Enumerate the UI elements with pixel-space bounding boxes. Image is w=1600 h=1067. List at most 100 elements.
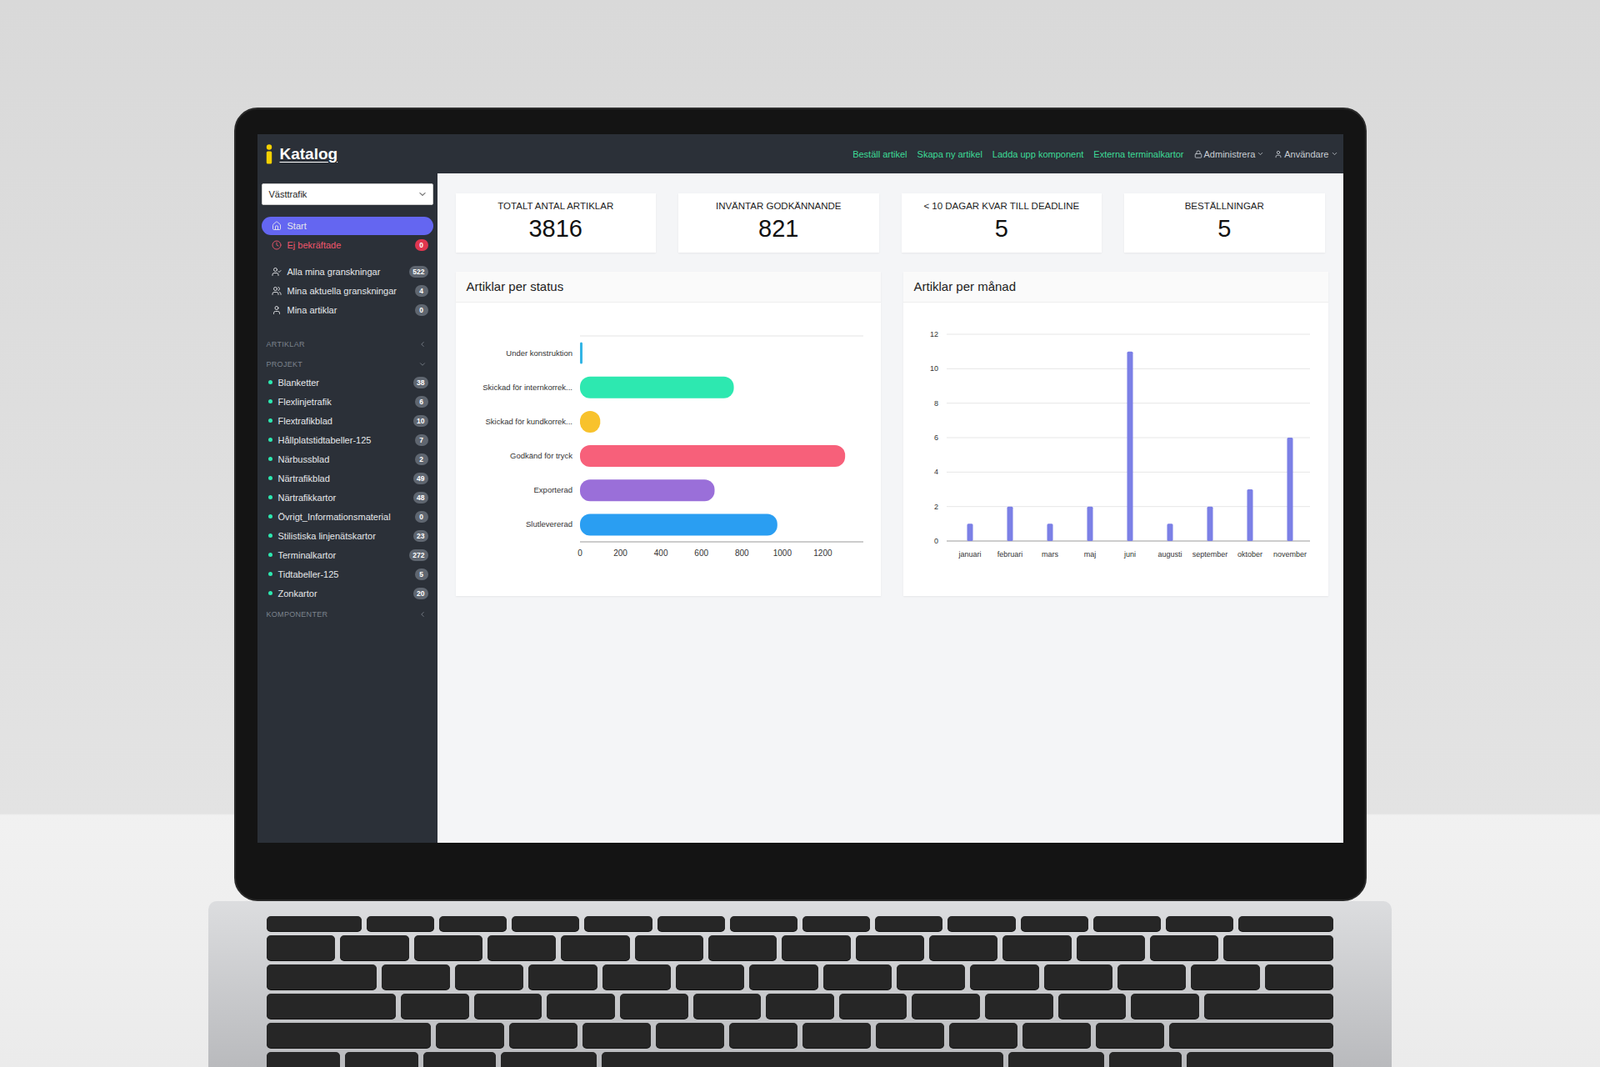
key[interactable] — [749, 964, 818, 990]
key[interactable] — [1093, 915, 1161, 931]
key[interactable] — [1002, 935, 1071, 960]
project-item[interactable]: Flexlinjetrafik6 — [261, 391, 434, 411]
top-menu[interactable]: Administrera — [1194, 149, 1265, 160]
key[interactable] — [1223, 935, 1334, 960]
key[interactable] — [601, 1051, 1005, 1067]
key[interactable] — [875, 915, 943, 931]
project-item[interactable]: Terminalkartor272 — [261, 545, 434, 565]
key[interactable] — [802, 1022, 871, 1048]
sidebar-item[interactable]: Alla mina granskningar522 — [261, 262, 434, 281]
key[interactable] — [1165, 915, 1234, 931]
section-header[interactable]: ARTIKLAR — [261, 335, 434, 353]
key[interactable] — [266, 935, 335, 960]
key[interactable] — [1130, 993, 1200, 1019]
key[interactable] — [584, 915, 652, 931]
key[interactable] — [266, 1051, 340, 1067]
project-item[interactable]: Hållplatstidtabeller-1257 — [261, 430, 434, 450]
key[interactable] — [620, 993, 689, 1019]
key[interactable] — [970, 964, 1039, 990]
key[interactable] — [1204, 993, 1334, 1019]
key[interactable] — [582, 1022, 651, 1048]
sidebar-item[interactable]: Mina artiklar0 — [261, 300, 434, 320]
project-item[interactable]: Närtrafikkartor48 — [261, 487, 434, 507]
key[interactable] — [1109, 1051, 1183, 1067]
key[interactable] — [1022, 1022, 1091, 1048]
key[interactable] — [511, 915, 580, 931]
key[interactable] — [1058, 993, 1127, 1019]
key[interactable] — [400, 993, 470, 1019]
key[interactable] — [1076, 935, 1145, 960]
project-item[interactable]: Blanketter38 — [261, 372, 434, 392]
key[interactable] — [985, 993, 1054, 1019]
key[interactable] — [500, 1051, 596, 1067]
top-link[interactable]: Ladda upp komponent — [992, 149, 1084, 160]
key[interactable] — [1020, 915, 1089, 931]
key[interactable] — [266, 1022, 431, 1048]
key[interactable] — [839, 993, 908, 1019]
key[interactable] — [509, 1022, 578, 1048]
sidebar-item[interactable]: Start — [261, 216, 434, 235]
key[interactable] — [1169, 1022, 1334, 1048]
key[interactable] — [635, 935, 704, 960]
key[interactable] — [1150, 935, 1219, 960]
key[interactable] — [657, 915, 725, 931]
key[interactable] — [423, 1051, 497, 1067]
key[interactable] — [345, 1051, 419, 1067]
key[interactable] — [1190, 964, 1260, 990]
key[interactable] — [455, 964, 524, 990]
key[interactable] — [765, 993, 835, 1019]
key[interactable] — [729, 1022, 798, 1048]
key[interactable] — [730, 915, 798, 931]
top-link[interactable]: Skapa ny artikel — [917, 149, 983, 160]
key[interactable] — [1117, 964, 1186, 990]
key[interactable] — [366, 915, 435, 931]
key[interactable] — [929, 935, 998, 960]
key[interactable] — [911, 993, 980, 1019]
top-link[interactable]: Externa terminalkartor — [1093, 149, 1184, 160]
key[interactable] — [474, 993, 543, 1019]
key[interactable] — [802, 915, 870, 931]
key[interactable] — [655, 1022, 725, 1048]
key[interactable] — [528, 964, 597, 990]
key[interactable] — [1265, 964, 1334, 990]
key[interactable] — [896, 964, 965, 990]
key[interactable] — [1044, 964, 1113, 990]
top-link[interactable]: Beställ artikel — [852, 149, 907, 160]
section-header[interactable]: KOMPONENTER — [261, 605, 434, 623]
key[interactable] — [439, 915, 507, 931]
key[interactable] — [1095, 1022, 1165, 1048]
key[interactable] — [381, 964, 450, 990]
sidebar-item[interactable]: Mina aktuella granskningar4 — [261, 281, 434, 300]
key[interactable] — [949, 1022, 1018, 1048]
key[interactable] — [414, 935, 483, 960]
key[interactable] — [693, 993, 762, 1019]
key[interactable] — [266, 993, 396, 1019]
logo[interactable]: Katalog — [261, 134, 434, 174]
key[interactable] — [340, 935, 409, 960]
key[interactable] — [708, 935, 777, 960]
project-item[interactable]: Närtrafikblad49 — [261, 468, 434, 488]
key[interactable] — [546, 993, 615, 1019]
key[interactable] — [435, 1022, 505, 1048]
key[interactable] — [947, 915, 1015, 931]
key[interactable] — [875, 1022, 945, 1048]
key[interactable] — [823, 964, 892, 990]
project-item[interactable]: Stilistiska linjenätskartor23 — [261, 525, 434, 545]
key[interactable] — [1008, 1051, 1104, 1067]
key[interactable] — [855, 935, 925, 960]
top-menu[interactable]: Användare — [1274, 149, 1338, 160]
key[interactable] — [266, 915, 362, 931]
section-header[interactable]: PROJEKT — [261, 355, 434, 373]
project-item[interactable]: Zonkartor20 — [261, 583, 434, 603]
project-item[interactable]: Tidtabeller-1255 — [261, 564, 434, 584]
project-item[interactable]: Närbussblad2 — [261, 449, 434, 469]
key[interactable] — [266, 964, 377, 990]
key[interactable] — [487, 935, 556, 960]
project-item[interactable]: Övrigt_Informationsmaterial0 — [261, 506, 434, 526]
organization-select[interactable]: Västtrafik — [261, 183, 434, 205]
project-item[interactable]: Flextrafikblad10 — [261, 410, 434, 430]
key[interactable] — [1238, 915, 1334, 931]
sidebar-item[interactable]: Ej bekräftade0 — [261, 235, 434, 255]
key[interactable] — [602, 964, 671, 990]
key[interactable] — [560, 935, 630, 960]
